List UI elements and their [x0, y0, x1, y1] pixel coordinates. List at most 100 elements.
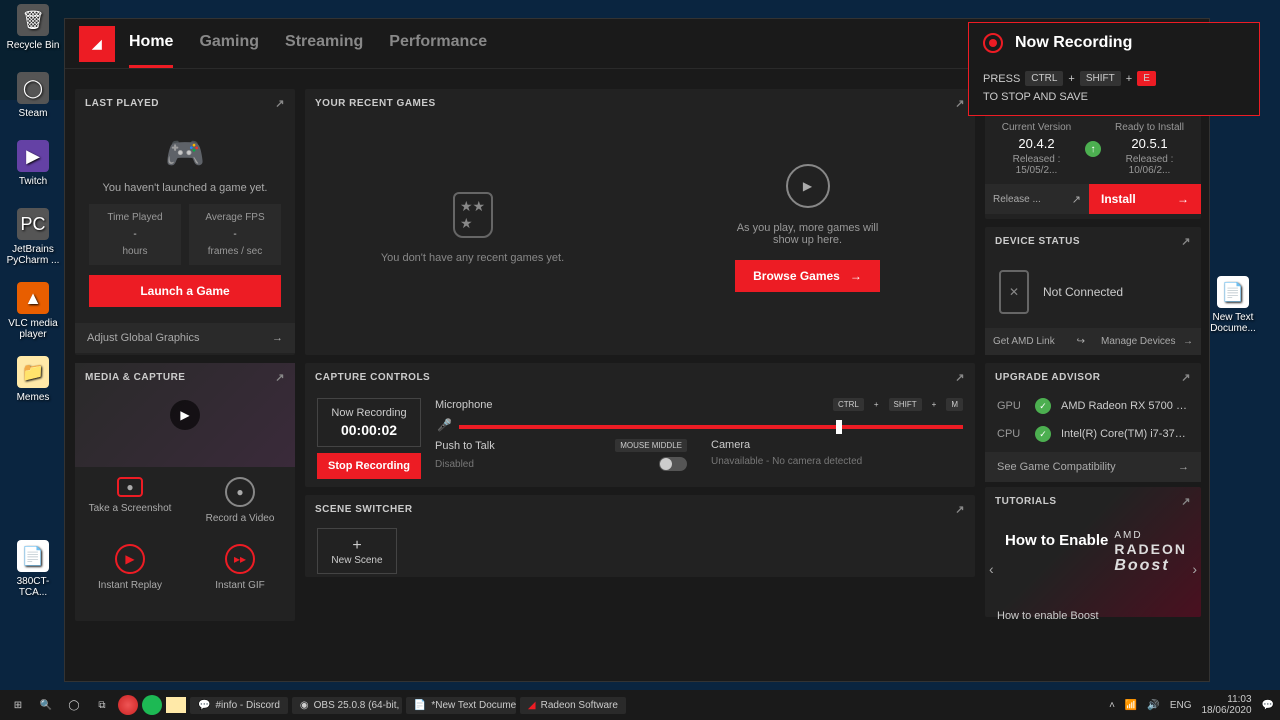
new-scene-button[interactable]: +New Scene	[317, 528, 397, 574]
adjust-graphics-link[interactable]: Adjust Global Graphics	[75, 323, 295, 353]
external-icon	[1072, 193, 1081, 206]
taskbar: ⊞ 🔍 ◯ ⧉ 💬#info - Discord ◉OBS 25.0.8 (64…	[0, 690, 1280, 720]
tutorial-next[interactable]: ›	[1192, 561, 1197, 577]
browse-games-button[interactable]: Browse Games	[735, 260, 880, 292]
instant-gif-button[interactable]: ▸▸Instant GIF	[185, 534, 295, 601]
ptt-state: Disabled	[435, 459, 474, 470]
panel-capture-controls: CAPTURE CONTROLS Now Recording 00:00:02 …	[305, 363, 975, 487]
record-indicator-icon	[983, 33, 1003, 53]
text-file-icon: 📄	[1217, 276, 1249, 308]
tray-volume-icon[interactable]: 🔊	[1147, 700, 1159, 711]
taskbar-app-notepad[interactable]: 📄*New Text Docume...	[406, 697, 516, 714]
taskbar-clock[interactable]: 11:0318/06/2020	[1201, 694, 1251, 716]
instant-replay-button[interactable]: ▶Instant Replay	[75, 534, 185, 601]
expand-icon[interactable]	[1181, 371, 1191, 384]
desktop-icon-twitch[interactable]: ▶Twitch	[4, 140, 62, 187]
taskbar-app-radeon[interactable]: ◢Radeon Software	[520, 697, 626, 714]
desktop-icon-pdf[interactable]: 📄380CT-TCA...	[4, 540, 62, 598]
gpu-label: GPU	[997, 400, 1025, 412]
tab-gaming[interactable]: Gaming	[199, 19, 259, 68]
trash-icon: 🗑	[17, 4, 49, 36]
ptt-toggle[interactable]	[659, 457, 687, 471]
tray-chevron-icon[interactable]: ˄	[1109, 700, 1115, 711]
pycharm-icon: PC	[17, 208, 49, 240]
mic-muted-icon[interactable]: 🎤	[437, 418, 452, 432]
driver-new: Ready to Install20.5.1Released : 10/06/2…	[1110, 122, 1189, 176]
tray-network-icon[interactable]: 📶	[1125, 700, 1137, 711]
release-notes-link[interactable]: Release ...	[985, 184, 1089, 214]
slider-knob[interactable]	[836, 420, 842, 434]
recording-status: Now Recording 00:00:02	[317, 398, 421, 447]
key-e: E	[1137, 71, 1156, 86]
launch-game-button[interactable]: Launch a Game	[89, 275, 281, 307]
expand-icon[interactable]	[275, 371, 285, 384]
play-icon: ▶	[170, 400, 200, 430]
desktop-icon-recycle[interactable]: 🗑Recycle Bin	[4, 4, 62, 51]
expand-icon[interactable]	[955, 371, 965, 384]
desktop-icon-steam[interactable]: ◯Steam	[4, 72, 62, 119]
arrow-right-icon	[1178, 461, 1189, 473]
device-title: DEVICE STATUS	[995, 236, 1080, 247]
install-button[interactable]: Install	[1089, 184, 1201, 214]
stat-avg-fps: Average FPS-frames / sec	[189, 204, 281, 265]
task-view-button[interactable]: ⧉	[90, 693, 114, 717]
replay-icon: ▶	[115, 544, 145, 574]
desktop-icon-vlc[interactable]: ▲VLC media player	[4, 282, 62, 340]
explorer-icon[interactable]	[166, 697, 186, 713]
tab-home[interactable]: Home	[129, 19, 173, 68]
tutorials-title: TUTORIALS	[995, 496, 1057, 507]
camera-state: Unavailable - No camera detected	[711, 456, 963, 467]
upgrade-title: UPGRADE ADVISOR	[995, 372, 1100, 383]
stop-recording-button[interactable]: Stop Recording	[317, 453, 421, 479]
expand-icon[interactable]	[955, 503, 965, 516]
recent-title: YOUR RECENT GAMES	[315, 98, 436, 109]
panel-media-capture: MEDIA & CAPTURE ▶ ●Take a Screenshot ●Re…	[75, 363, 295, 621]
hotkey-chip: SHIFT	[889, 398, 922, 411]
expand-icon[interactable]	[1181, 235, 1191, 248]
shield-icon: ★★★	[453, 192, 493, 238]
manage-devices-link[interactable]: Manage Devices	[1093, 328, 1201, 355]
search-button[interactable]: 🔍	[34, 693, 58, 717]
microphone-slider[interactable]: 🎤	[459, 425, 963, 429]
scene-title: SCENE SWITCHER	[315, 504, 413, 515]
play-circle-icon[interactable]: ▶	[786, 164, 830, 208]
share-icon: ↪	[1077, 336, 1085, 347]
expand-icon[interactable]	[955, 97, 965, 110]
twitch-icon: ▶	[17, 140, 49, 172]
notifications-icon[interactable]: 💬	[1262, 700, 1274, 711]
spotify-icon[interactable]	[142, 695, 162, 715]
tutorial-prev[interactable]: ‹	[989, 561, 994, 577]
take-screenshot-button[interactable]: ●Take a Screenshot	[75, 467, 185, 534]
desktop-icon-memes[interactable]: 📁Memes	[4, 356, 62, 403]
cpu-label: CPU	[997, 428, 1025, 440]
expand-icon[interactable]	[275, 97, 285, 110]
last-played-empty: You haven't launched a game yet.	[89, 182, 281, 194]
taskbar-app-discord[interactable]: 💬#info - Discord	[190, 697, 288, 714]
tray-lang[interactable]: ENG	[1170, 700, 1192, 711]
radeon-icon: ◢	[528, 700, 536, 711]
overlay-press: PRESS	[983, 73, 1020, 85]
chrome-icon[interactable]	[118, 695, 138, 715]
stat-time-played: Time Played-hours	[89, 204, 181, 265]
record-icon: ●	[225, 477, 255, 507]
key-shift: SHIFT	[1080, 71, 1121, 86]
get-amd-link[interactable]: Get AMD Link↪	[985, 328, 1093, 355]
cortana-button[interactable]: ◯	[62, 693, 86, 717]
taskbar-app-obs[interactable]: ◉OBS 25.0.8 (64-bit, ...	[292, 697, 402, 714]
start-button[interactable]: ⊞	[6, 693, 30, 717]
tab-streaming[interactable]: Streaming	[285, 19, 363, 68]
desktop-icon-pycharm[interactable]: PCJetBrains PyCharm ...	[4, 208, 62, 266]
tab-performance[interactable]: Performance	[389, 19, 487, 68]
obs-icon: ◉	[300, 700, 309, 711]
expand-icon[interactable]	[1181, 495, 1191, 508]
update-available-icon: ↑	[1085, 141, 1101, 157]
desktop-icon-newtext[interactable]: 📄New Text Docume...	[1204, 276, 1262, 334]
plus-icon: +	[352, 537, 361, 555]
record-video-button[interactable]: ●Record a Video	[185, 467, 295, 534]
tutorial-brand: AMD RADEON Boost	[1114, 530, 1187, 575]
panel-tutorials: TUTORIALS ‹ › How to Enable AMD RADEON B…	[985, 487, 1201, 617]
gif-icon: ▸▸	[225, 544, 255, 574]
panel-last-played: LAST PLAYED 🎮 You haven't launched a gam…	[75, 89, 295, 355]
recording-overlay: Now Recording PRESS CTRL + SHIFT + E TO …	[968, 22, 1260, 116]
game-compat-link[interactable]: See Game Compatibility	[985, 452, 1201, 482]
